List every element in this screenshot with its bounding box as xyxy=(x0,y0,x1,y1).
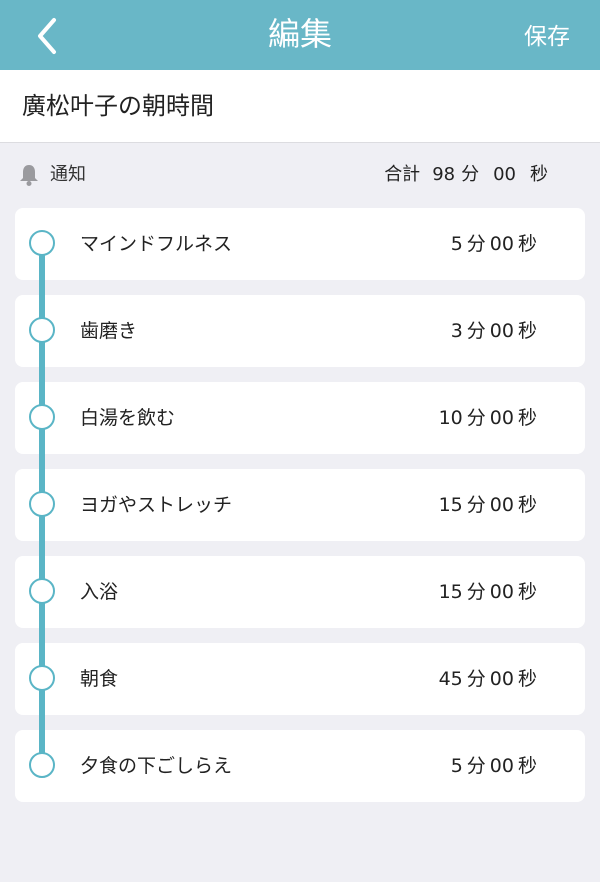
list-item[interactable]: マインドフルネス 5 分 00 秒 xyxy=(15,208,585,280)
item-minutes: 15 xyxy=(438,494,463,516)
second-unit: 秒 xyxy=(517,581,537,603)
list-item[interactable]: 入浴 15 分 00 秒 xyxy=(15,556,585,628)
timeline-node xyxy=(29,230,55,256)
timeline-node xyxy=(29,578,55,604)
item-duration: 3 分 00 秒 xyxy=(451,295,541,367)
minute-unit: 分 xyxy=(466,581,486,603)
item-minutes: 5 xyxy=(450,755,463,777)
item-seconds: 00 xyxy=(489,494,514,516)
minute-unit: 分 xyxy=(466,320,486,342)
second-unit: 秒 xyxy=(517,668,537,690)
item-duration: 10 分 00 秒 xyxy=(439,382,541,454)
item-seconds: 00 xyxy=(489,407,514,429)
list-item[interactable]: 朝食 45 分 00 秒 xyxy=(15,643,585,715)
item-minutes: 3 xyxy=(450,320,463,342)
minute-unit: 分 xyxy=(466,494,486,516)
minute-unit: 分 xyxy=(466,755,486,777)
item-minutes: 5 xyxy=(450,233,463,255)
item-duration: 45 分 00 秒 xyxy=(439,643,541,715)
list-item[interactable]: 白湯を飲む 10 分 00 秒 xyxy=(15,382,585,454)
routine-item-list: マインドフルネス 5 分 00 秒 歯磨き 3 分 00 秒 白湯を飲む 10 分 00 秒 ヨガ… xyxy=(0,0,600,882)
timeline-node xyxy=(29,665,55,691)
item-seconds: 00 xyxy=(489,668,514,690)
minute-unit: 分 xyxy=(466,233,486,255)
item-label: 白湯を飲む xyxy=(80,407,176,429)
second-unit: 秒 xyxy=(517,755,537,777)
timeline-node xyxy=(29,317,55,343)
timeline-node xyxy=(29,404,55,430)
item-minutes: 45 xyxy=(438,668,463,690)
item-seconds: 00 xyxy=(489,755,514,777)
list-item[interactable]: 夕食の下ごしらえ 5 分 00 秒 xyxy=(15,730,585,802)
item-duration: 5 分 00 秒 xyxy=(451,730,541,802)
item-seconds: 00 xyxy=(489,581,514,603)
item-label: 入浴 xyxy=(80,581,119,603)
list-item[interactable]: ヨガやストレッチ 15 分 00 秒 xyxy=(15,469,585,541)
item-duration: 15 分 00 秒 xyxy=(439,556,541,628)
minute-unit: 分 xyxy=(466,407,486,429)
item-minutes: 10 xyxy=(438,407,463,429)
list-item[interactable]: 歯磨き 3 分 00 秒 xyxy=(15,295,585,367)
item-label: 歯磨き xyxy=(80,320,138,342)
item-seconds: 00 xyxy=(489,320,514,342)
item-minutes: 15 xyxy=(438,581,463,603)
timeline-node xyxy=(29,491,55,517)
second-unit: 秒 xyxy=(517,494,537,516)
second-unit: 秒 xyxy=(517,233,537,255)
second-unit: 秒 xyxy=(517,407,537,429)
item-label: ヨガやストレッチ xyxy=(80,494,233,516)
second-unit: 秒 xyxy=(517,320,537,342)
item-duration: 5 分 00 秒 xyxy=(451,208,541,280)
timeline-node xyxy=(29,752,55,778)
item-label: マインドフルネス xyxy=(80,233,233,255)
item-seconds: 00 xyxy=(489,233,514,255)
minute-unit: 分 xyxy=(466,668,486,690)
item-label: 夕食の下ごしらえ xyxy=(80,755,233,777)
item-label: 朝食 xyxy=(80,668,119,690)
item-duration: 15 分 00 秒 xyxy=(439,469,541,541)
